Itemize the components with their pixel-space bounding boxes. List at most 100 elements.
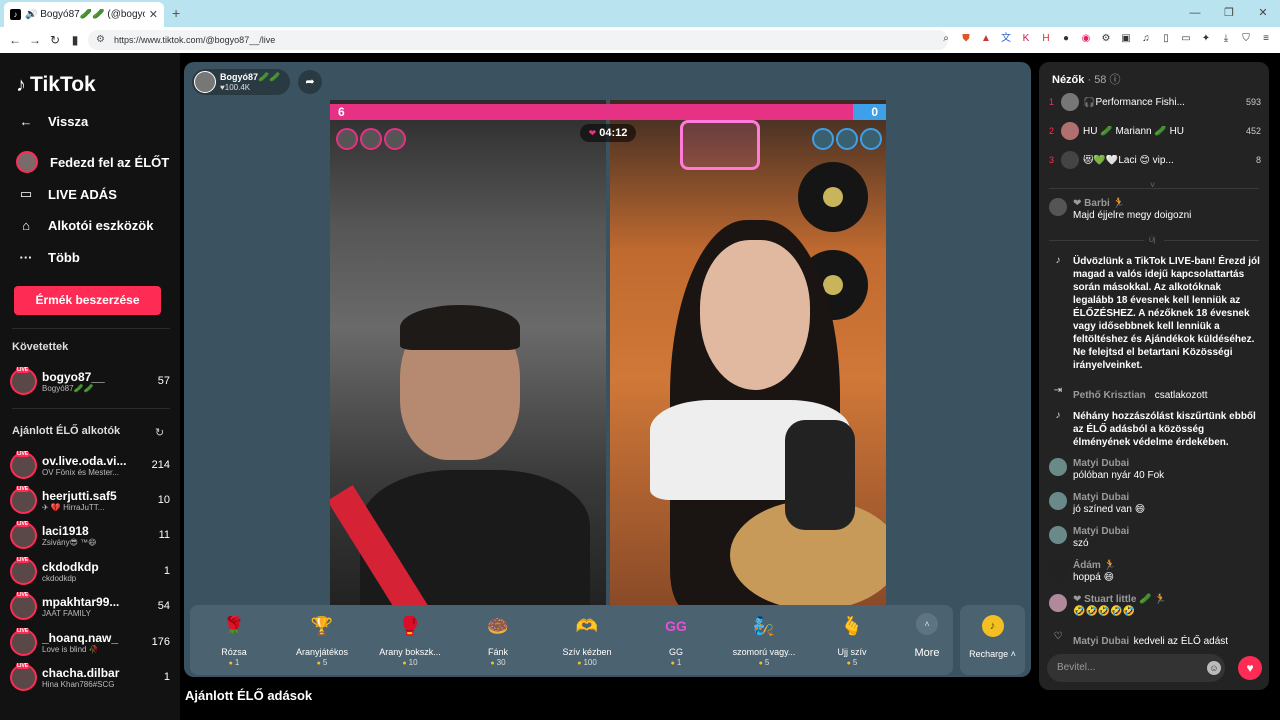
gift-gg[interactable]: GG GG 1 (634, 611, 718, 667)
top-viewer[interactable]: 3 😻💚🤍Laci 😊 vip... 8 (1049, 151, 1261, 169)
avatar (1049, 458, 1067, 476)
zoom-icon[interactable]: ⌕ (940, 32, 952, 46)
recommended-item[interactable]: LIVE laci1918 Zsivány😎 ™😄 11 (10, 520, 170, 550)
shield-icon[interactable]: ⛊ (960, 32, 972, 46)
chat-panel: Nézők · 58 ⓘ 1 🎧Performance Fishi... 593… (1039, 62, 1269, 690)
gift-rose[interactable]: 🌹 Rózsa 1 (192, 611, 276, 667)
puzzle-icon[interactable]: ✦ (1200, 32, 1212, 46)
message-user[interactable]: Pethő Krisztian (1073, 390, 1146, 401)
music-icon[interactable]: ♫ (1140, 32, 1152, 46)
recommended-item[interactable]: LIVE chacha.dilbar Hina Khan786#SCG 1 (10, 662, 170, 692)
message-user[interactable]: Matyi Dubai (1073, 526, 1261, 537)
chat-input[interactable]: Bevitel... (1047, 654, 1225, 682)
menu-back[interactable]: ← Vissza (16, 114, 89, 129)
tiktok-favicon-icon: ♪ (10, 9, 21, 20)
recommended-item[interactable]: LIVE _hoanq.naw_ Love is blind 🥀 176 (10, 627, 170, 657)
recharge-button[interactable]: ♪ Recharge ˄ (960, 605, 1025, 675)
vpn-shield-icon[interactable]: ⛉ (1240, 32, 1252, 46)
pk-supporter-avatar[interactable] (336, 128, 358, 150)
live-video[interactable]: 6 0 ❤ 04:12 (330, 100, 886, 606)
refresh-icon[interactable]: ↻ (155, 426, 164, 439)
reload-icon[interactable]: ↻ (48, 33, 62, 47)
menu-creator-tools[interactable]: ⌂ Alkotói eszközök (16, 218, 153, 233)
sidebar-icon[interactable]: ▯ (1160, 32, 1172, 46)
viewers-title[interactable]: Nézők · 58 ⓘ (1052, 71, 1121, 87)
avatar (1049, 492, 1067, 510)
emoji-icon[interactable]: ☺ (1207, 661, 1221, 675)
pk-supporter-avatar[interactable] (860, 128, 882, 150)
join-message: ⇥ Pethő Krisztian csatlakozott (1049, 385, 1261, 403)
extension-circle-icon[interactable]: ● (1060, 32, 1072, 46)
message-user[interactable]: Matyi Dubai (1073, 458, 1261, 469)
live-badge: LIVE (16, 366, 30, 373)
gift-donut[interactable]: 🍩 Fánk 30 (456, 611, 540, 667)
send-heart-button[interactable]: ♥ (1238, 656, 1262, 680)
minimize-button[interactable]: — (1178, 0, 1212, 27)
forward-icon[interactable]: → (28, 33, 42, 47)
message-user[interactable]: Ádám 🏃 (1073, 560, 1261, 571)
gift-price: 5 (280, 658, 364, 667)
extension-gear-icon[interactable]: ⚙ (1100, 32, 1112, 46)
pk-left-score: 6 (338, 105, 345, 119)
pk-supporter-avatar[interactable] (836, 128, 858, 150)
top-viewer[interactable]: 2 HU 🥒 Mariann 🥒 HU 452 (1049, 122, 1261, 140)
share-icon[interactable]: ➦ (298, 70, 322, 94)
avatar: LIVE (10, 591, 37, 620)
gift-sad[interactable]: 🧞 szomorú vagy... 5 (722, 611, 806, 667)
extension-color-icon[interactable]: ◉ (1080, 32, 1092, 46)
maximize-button[interactable]: ❐ (1212, 0, 1246, 27)
extension-box-icon[interactable]: ▣ (1120, 32, 1132, 46)
get-coins-button[interactable]: Érmék beszerzése (14, 286, 161, 315)
gift-price: 1 (192, 658, 276, 667)
more-gifts-button[interactable]: ˄ More (905, 613, 949, 659)
message-user[interactable]: Matyi Dubai (1073, 492, 1261, 503)
wallet-icon[interactable]: ▭ (1180, 32, 1192, 46)
top-viewer[interactable]: 1 🎧Performance Fishi... 593 (1049, 93, 1261, 111)
recommended-item[interactable]: LIVE mpakhtar99... JAAT FAMILY 54 (10, 591, 170, 621)
triangle-icon[interactable]: ▲ (980, 32, 992, 46)
creator-tools-icon: ⌂ (22, 218, 30, 233)
close-tab-icon[interactable]: ✕ (149, 8, 158, 21)
pk-supporter-avatar[interactable] (384, 128, 406, 150)
translate-icon[interactable]: 文 (1000, 32, 1012, 46)
video-left-feed (330, 100, 606, 606)
tiktok-logo[interactable]: ♪ TikTok (16, 73, 96, 97)
new-tab-button[interactable]: + (172, 5, 180, 21)
recommended-item[interactable]: LIVE heerjutti.saf5 ✈ 💔 HirraJuTT... 10 (10, 485, 170, 515)
message-text: jó színed van 😄 (1073, 504, 1146, 515)
live-badge: LIVE (16, 556, 30, 563)
url-field[interactable]: ⚙ https://www.tiktok.com/@bogyo87__/live (88, 30, 948, 50)
pk-supporter-avatar[interactable] (360, 128, 382, 150)
host-info[interactable]: Bogyó87🥒🥒 ♥100.4K (192, 69, 290, 95)
gift-heart-hands[interactable]: 🫶 Szív kézben 100 (545, 611, 629, 667)
extension-his-icon[interactable]: H (1040, 32, 1052, 46)
following-item[interactable]: LIVE bogyo87__ Bogyó87🥒🥒 57 (10, 366, 170, 396)
close-window-button[interactable]: ✕ (1246, 0, 1280, 27)
message-user[interactable]: ❤ Stuart little 🥒 🏃 (1073, 594, 1261, 605)
message-user[interactable]: ❤ Barbi 🏃 (1073, 198, 1261, 209)
recommended-item[interactable]: LIVE ov.live.oda.vi... OV Fönix és Mester… (10, 450, 170, 480)
extension-k-icon[interactable]: K (1020, 32, 1032, 46)
gift-finger-heart[interactable]: 🫰 Ujj szív 5 (810, 611, 894, 667)
message-text: Néhány hozzászólást kiszűrtünk ebből az … (1073, 411, 1256, 448)
menu-label: LIVE ADÁS (48, 186, 117, 202)
menu-more[interactable]: ··· Több (16, 250, 80, 265)
menu-live[interactable]: ▭ LIVE ADÁS (16, 186, 117, 202)
download-icon[interactable]: ⤓ (1220, 32, 1232, 46)
pk-supporter-avatar[interactable] (812, 128, 834, 150)
gift-gold-player[interactable]: 🏆 Aranyjátékos 5 (280, 611, 364, 667)
back-icon[interactable]: ← (8, 33, 22, 47)
site-info-icon[interactable]: ⚙ (96, 30, 105, 50)
bookmark-icon[interactable]: ▮ (68, 33, 82, 47)
tiktok-note-icon: ♪ (16, 73, 26, 96)
menu-explore-live[interactable]: Fedezd fel az ÉLŐT (16, 151, 169, 173)
menu-label: Fedezd fel az ÉLŐT (50, 154, 170, 170)
gift-gold-boxing[interactable]: 🥊 Arany bokszk... 10 (368, 611, 452, 667)
browser-tab[interactable]: ♪ 🔊 Bogyó87🥒🥒 (@bogyo87_ ✕ (4, 2, 164, 27)
recommended-item[interactable]: LIVE ckdodkdp ckdodkdp 1 (10, 556, 170, 586)
menu-icon[interactable]: ≡ (1260, 32, 1272, 46)
camera-icon: ▭ (19, 186, 33, 201)
info-icon[interactable]: ⓘ (1110, 74, 1121, 86)
message-user[interactable]: Matyi Dubai (1073, 636, 1129, 647)
live-badge: LIVE (16, 662, 30, 669)
